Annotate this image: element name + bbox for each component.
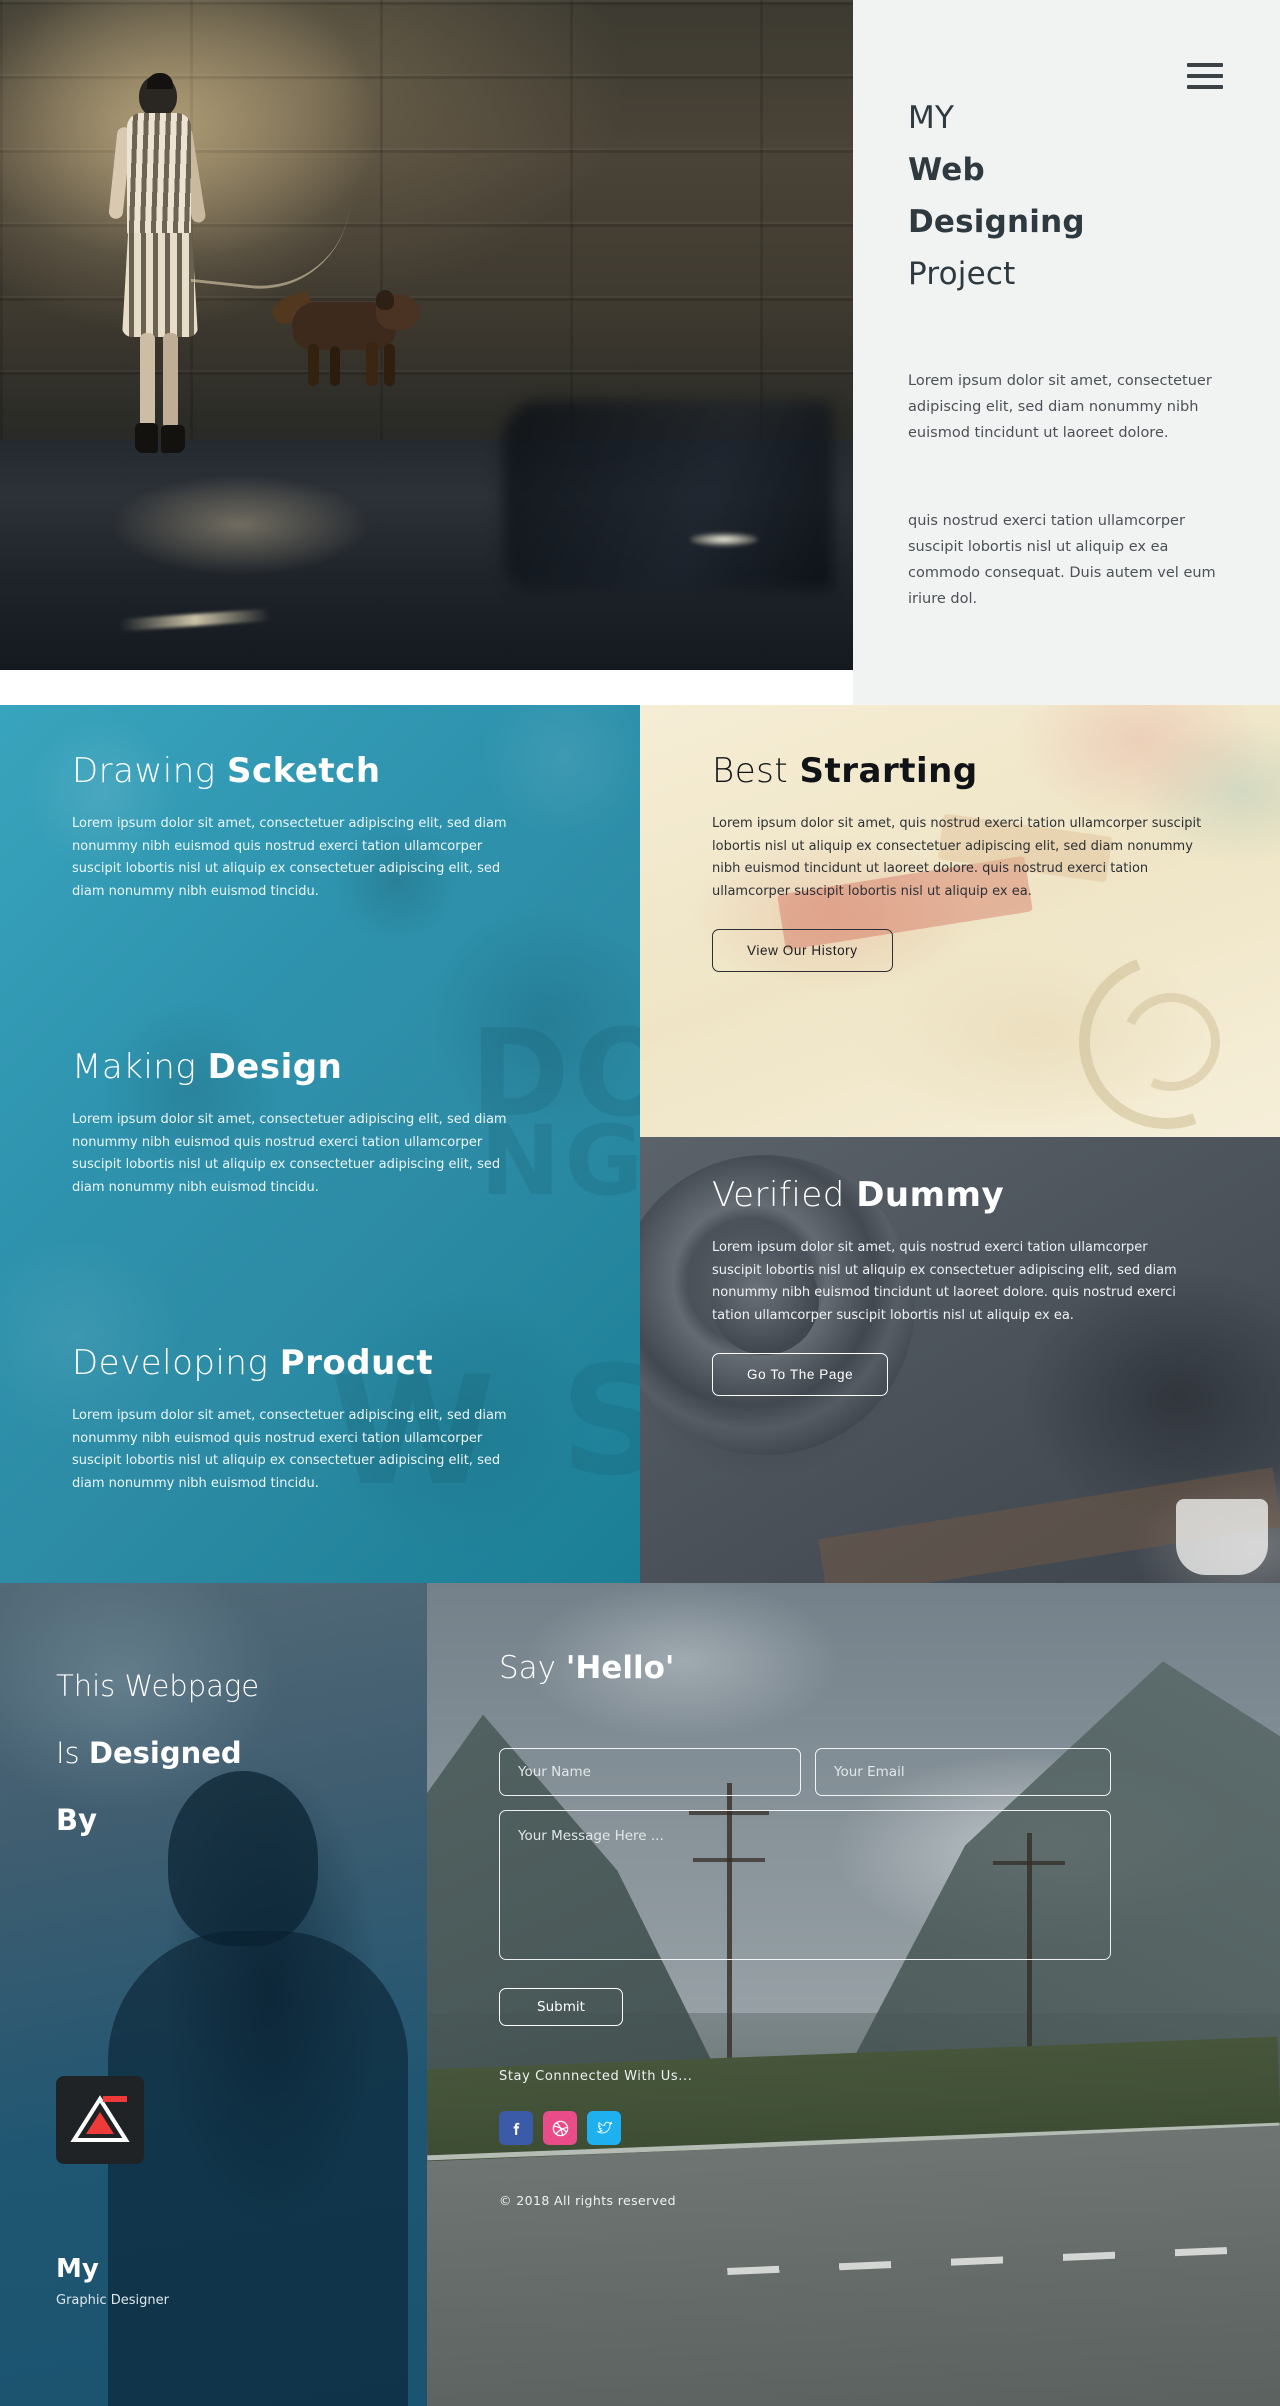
feature-best-title-light: Best bbox=[712, 751, 789, 791]
features-cream-column: Best Strarting Lorem ipsum dolor sit ame… bbox=[640, 705, 1280, 1137]
hero-photo-headlight bbox=[690, 533, 758, 546]
hero-paragraph-2: quis nostrud exerci tation ullamcorper s… bbox=[908, 513, 1216, 607]
copyright-text: © 2018 All rights reserved bbox=[499, 2193, 676, 2208]
brand-block: My Graphic Designer bbox=[56, 2254, 169, 2308]
twitter-icon[interactable] bbox=[587, 2111, 621, 2145]
teal-bg-letter: S bbox=[560, 1335, 640, 1509]
dribbble-icon[interactable] bbox=[543, 2111, 577, 2145]
hero-title-line-2: Web bbox=[908, 152, 985, 188]
go-to-the-page-button[interactable]: Go To The Page bbox=[712, 1353, 889, 1396]
feature-making-title-light: Making bbox=[72, 1047, 197, 1087]
brand-role: Graphic Designer bbox=[56, 2293, 169, 2308]
hero-title: MY Web Designing Project bbox=[908, 92, 1238, 300]
feature-drawing-title-bold: Scketch bbox=[227, 751, 381, 791]
feature-best-starting: Best Strarting Lorem ipsum dolor sit ame… bbox=[712, 751, 1217, 972]
contact-form: Say 'Hello' Submit Stay Connnected With … bbox=[499, 1650, 1179, 2208]
feature-developing-title: Developing Product bbox=[72, 1343, 517, 1383]
feature-drawing-body: Lorem ipsum dolor sit amet, consectetuer… bbox=[72, 816, 507, 899]
footer-credit-line-3: By bbox=[56, 1787, 386, 1854]
footer-credit-block: This Webpage Is Designed By bbox=[56, 1653, 386, 1854]
contact-form-title-bold: 'Hello' bbox=[565, 1650, 675, 1686]
footer-credit-line-3-bold: By bbox=[56, 1803, 98, 1837]
brand-logo[interactable] bbox=[56, 2076, 144, 2164]
feature-developing-body: Lorem ipsum dolor sit amet, consectetuer… bbox=[72, 1408, 507, 1491]
submit-button[interactable]: Submit bbox=[499, 1988, 623, 2026]
footer-credit-line-2-bold: Designed bbox=[88, 1736, 242, 1770]
social-links bbox=[499, 2111, 1179, 2145]
feature-developing-title-bold: Product bbox=[279, 1343, 434, 1383]
name-input[interactable] bbox=[499, 1748, 801, 1796]
hero-title-line-1: MY bbox=[908, 100, 955, 136]
feature-verified-title: Verified Dummy bbox=[712, 1175, 1182, 1215]
message-textarea[interactable] bbox=[499, 1810, 1111, 1960]
feature-best-title: Best Strarting bbox=[712, 751, 1217, 791]
brand-name: My bbox=[56, 2254, 99, 2284]
hamburger-menu-icon[interactable] bbox=[1187, 63, 1223, 89]
dark-decor-cup bbox=[1176, 1499, 1268, 1575]
feature-making-design: Making Design Lorem ipsum dolor sit amet… bbox=[72, 1047, 517, 1199]
feature-verified-title-bold: Dummy bbox=[856, 1175, 1005, 1215]
feature-drawing-sketch: Drawing Scketch Lorem ipsum dolor sit am… bbox=[72, 751, 517, 903]
footer-credit-line-2-light: Is bbox=[56, 1736, 89, 1770]
footer-section: This Webpage Is Designed By My Graphic D… bbox=[0, 1583, 1280, 2406]
contact-form-title-light: Say bbox=[499, 1650, 566, 1686]
hero-section: MY Web Designing Project Lorem ipsum dol… bbox=[0, 0, 1280, 705]
feature-drawing-title-light: Drawing bbox=[72, 751, 216, 791]
contact-form-row bbox=[499, 1748, 1179, 1796]
footer-right-panel: Say 'Hello' Submit Stay Connnected With … bbox=[427, 1583, 1280, 2406]
feature-verified-title-light: Verified bbox=[712, 1175, 845, 1215]
hero-photo-car bbox=[503, 400, 833, 590]
email-input[interactable] bbox=[815, 1748, 1111, 1796]
hero-photo bbox=[0, 0, 853, 670]
footer-credit-line-1: This Webpage bbox=[56, 1669, 260, 1703]
dribbble-glyph bbox=[552, 2120, 568, 2136]
features-teal-column: DO NG W S Drawing Scketch Lorem ipsum do… bbox=[0, 705, 640, 1583]
hero-title-line-4: Project bbox=[908, 256, 1016, 292]
hero-photo-dog bbox=[268, 280, 422, 395]
contact-form-title: Say 'Hello' bbox=[499, 1650, 1179, 1686]
feature-best-body: Lorem ipsum dolor sit amet, quis nostrud… bbox=[712, 816, 1202, 899]
hamburger-bar bbox=[1187, 63, 1223, 67]
feature-making-body: Lorem ipsum dolor sit amet, consectetuer… bbox=[72, 1112, 507, 1195]
feature-making-title: Making Design bbox=[72, 1047, 517, 1087]
feature-making-title-bold: Design bbox=[207, 1047, 343, 1087]
features-dark-column: Verified Dummy Lorem ipsum dolor sit ame… bbox=[640, 1137, 1280, 1583]
twitter-glyph bbox=[596, 2121, 613, 2133]
hero-paragraph-1: Lorem ipsum dolor sit amet, consectetuer… bbox=[908, 373, 1212, 441]
feature-best-title-bold: Strarting bbox=[799, 751, 978, 791]
features-section: DO NG W S Drawing Scketch Lorem ipsum do… bbox=[0, 705, 1280, 1583]
facebook-glyph bbox=[513, 2122, 519, 2135]
hamburger-bar bbox=[1187, 74, 1223, 78]
footer-left-panel: This Webpage Is Designed By My Graphic D… bbox=[0, 1583, 427, 2406]
hero-title-line-3: Designing bbox=[908, 204, 1085, 240]
feature-verified-dummy: Verified Dummy Lorem ipsum dolor sit ame… bbox=[712, 1175, 1182, 1396]
feature-developing-title-light: Developing bbox=[72, 1343, 269, 1383]
hamburger-bar bbox=[1187, 85, 1223, 89]
triangle-logo-icon bbox=[70, 2095, 130, 2142]
facebook-icon[interactable] bbox=[499, 2111, 533, 2145]
view-our-history-button[interactable]: View Our History bbox=[712, 929, 893, 972]
feature-drawing-title: Drawing Scketch bbox=[72, 751, 517, 791]
footer-credit-line-2: Is Designed bbox=[56, 1720, 386, 1787]
stay-connected-label: Stay Connnected With Us... bbox=[499, 2069, 693, 2084]
feature-developing-product: Developing Product Lorem ipsum dolor sit… bbox=[72, 1343, 517, 1495]
feature-verified-body: Lorem ipsum dolor sit amet, quis nostrud… bbox=[712, 1240, 1177, 1323]
footer-left-silhouette-body bbox=[108, 1931, 408, 2406]
